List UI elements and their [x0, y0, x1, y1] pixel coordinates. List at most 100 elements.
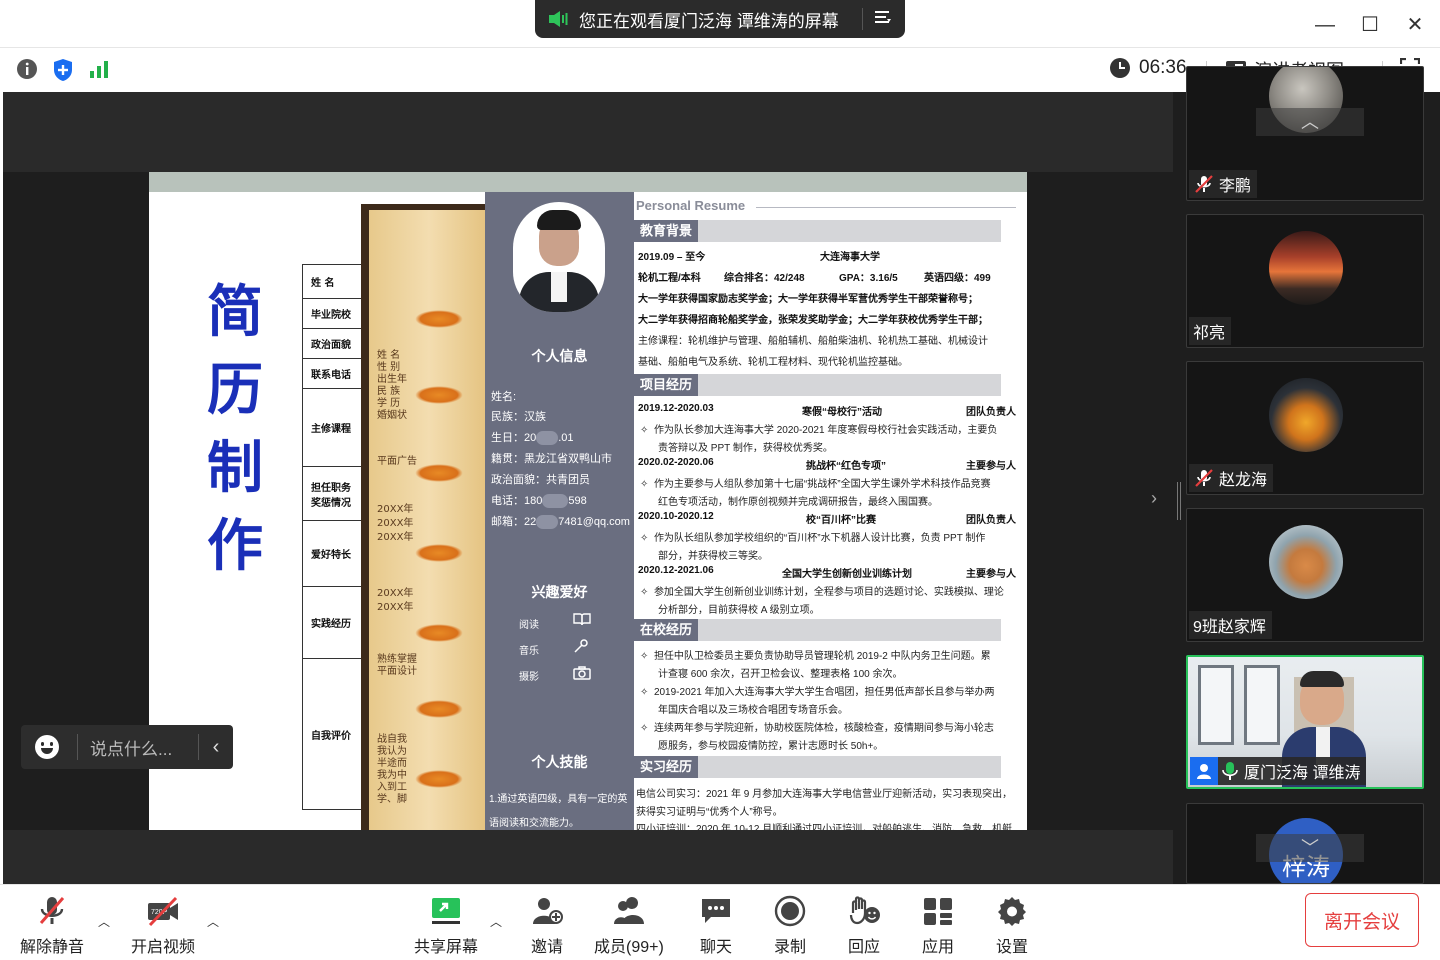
project-role: 主要参与人	[966, 569, 1016, 580]
info-icon[interactable]	[16, 58, 38, 87]
share-screen-label: 共享屏幕	[414, 939, 479, 956]
flame-ornament	[415, 770, 463, 788]
record-button[interactable]: 录制	[773, 895, 807, 957]
participant-tile[interactable]: 祁亮	[1186, 214, 1424, 348]
video-person-hair	[1300, 671, 1344, 687]
close-button[interactable]: ✕	[1402, 12, 1428, 38]
form-row: 爱好特长	[303, 520, 362, 586]
maximize-button[interactable]: ☐	[1357, 12, 1383, 38]
mic-muted-icon	[35, 895, 69, 927]
participant-tile[interactable]: 赵龙海	[1186, 361, 1424, 495]
info-political: 政治面貌：共青团员	[491, 474, 590, 486]
redaction-blur	[536, 515, 559, 530]
project-desc: 责答辩以及 PPT 制作，获得校优秀奖。	[658, 443, 833, 454]
edu-courses: 主修课程：轮机维护与管理、船舶辅机、船舶柴油机、轮机热工基础、机械设计	[638, 336, 988, 347]
mic-muted-icon	[1193, 467, 1215, 489]
project-desc: ✧ 作为队长组队参加学校组织的“百川杯”水下机器人设计比赛，负责 PPT 制作	[640, 533, 986, 544]
info-email: 邮箱：22 7481@qq.com	[491, 513, 630, 530]
screen-share-banner[interactable]: 您正在观看厦门泛海 谭维涛的屏幕	[535, 0, 905, 38]
flame-ornament	[415, 700, 463, 718]
campus-line: 愿服务，参与校园疫情防控，累计志愿时长 50h+。	[658, 741, 884, 752]
collapse-chevron-icon[interactable]: ‹	[199, 736, 233, 759]
section-header-label: 教育背景	[634, 220, 699, 242]
participant-name: 祁亮	[1193, 325, 1226, 342]
scroll-text: 20XX年	[377, 532, 414, 543]
form-row: 联系电话	[303, 358, 362, 388]
scroll-down-arrow-icon[interactable]: ﹀	[1256, 834, 1364, 862]
scroll-template-page: 姓 名 性 别 出生年 民 族 学 历 婚姻状 平面广告 20XX年 20XX年…	[369, 210, 489, 830]
hobby-item: 摄影	[519, 672, 539, 683]
edu-major: 轮机工程/本科	[638, 273, 701, 284]
chat-icon	[699, 895, 733, 927]
record-icon	[773, 895, 807, 927]
project-desc: 红色专项活动，制作原创视频并完成调研报告，最终入围国赛。	[658, 497, 938, 508]
campus-line-text: 连续两年参与学院迎新，协助校医院体检，核酸检查，疫情期间参与海小轮志	[653, 723, 994, 734]
minimize-button[interactable]: —	[1312, 12, 1338, 38]
signal-strength-icon[interactable]	[88, 58, 110, 87]
scroll-text: 平面设计	[377, 666, 417, 677]
redaction-blur	[542, 494, 569, 509]
banner-menu-icon[interactable]	[871, 9, 895, 30]
campus-line: ✧ 连续两年参与学院迎新，协助校医院体检，核酸检查，疫情期间参与海小轮志	[640, 723, 994, 734]
chat-input-bubble[interactable]: 说点什么... ‹	[21, 725, 233, 769]
unmute-button[interactable]: 解除静音	[20, 895, 84, 957]
form-row: 主修课程	[303, 388, 362, 466]
participant-tile-active-speaker[interactable]: 厦门泛海 谭维涛	[1186, 655, 1424, 789]
audio-options-chevron-icon[interactable]: ︿	[98, 913, 110, 930]
project-name: 全国大学生创新创业训练计划	[782, 569, 912, 580]
internship-line: 获得实习证明与“优秀个人”称号。	[636, 807, 783, 818]
project-desc: ✧ 作为主要参与人组队参加第十七届“挑战杯”全国大学生课外学术科技作品竞赛	[640, 479, 991, 490]
campus-line: ✧ 2019-2021 年加入大连海事大学大学生合唱团，担任男低声部长且参与举办…	[640, 687, 995, 698]
timer-text: 06:36	[1139, 57, 1187, 78]
emoji-icon[interactable]	[35, 735, 59, 759]
panel-resize-handle[interactable]	[1177, 482, 1181, 520]
edu-school: 大连海事大学	[820, 252, 880, 263]
panel-collapse-chevron-icon[interactable]: ›	[1151, 488, 1157, 509]
project-desc: ✧ 作为队长参加大连海事大学 2020-2021 年度寒假母校行社会实践活动，主…	[640, 425, 998, 436]
campus-line: 年国庆合唱以及三场校合唱团专场音乐会。	[658, 705, 848, 716]
camera-icon	[573, 666, 591, 683]
share-screen-button[interactable]: 共享屏幕	[414, 895, 478, 957]
flame-ornament	[415, 624, 463, 642]
chat-button[interactable]: 聊天	[699, 895, 733, 957]
scroll-up-arrow-icon[interactable]: ︿	[1256, 108, 1364, 136]
reaction-button[interactable]: 回应	[847, 895, 881, 957]
mic-muted-icon	[1193, 173, 1215, 195]
share-options-chevron-icon[interactable]: ︿	[490, 913, 502, 930]
project-desc-text: 作为队长组队参加学校组织的“百川杯”水下机器人设计比赛，负责 PPT 制作	[653, 533, 986, 544]
video-options-chevron-icon[interactable]: ︿	[207, 913, 219, 930]
campus-line: ✧ 担任中队卫检委员主要负责协助导员管理轮机 2019-2 中队内务卫生问题。累	[640, 651, 991, 662]
participant-name: 厦门泛海 谭维涛	[1244, 765, 1361, 782]
clock-icon	[1110, 58, 1130, 78]
edu-award: 大一学年获得国家励志奖学金；大一学年获得半军营优秀学生干部荣誉称号；	[638, 294, 978, 305]
participant-tile[interactable]: 9班赵家辉	[1186, 508, 1424, 642]
speaker-icon	[547, 9, 571, 29]
project-desc: 分析部分，目前获得校 A 级别立项。	[658, 605, 820, 616]
video-window	[1198, 665, 1234, 745]
chat-placeholder[interactable]: 说点什么...	[78, 735, 198, 760]
photo-shirt	[551, 272, 567, 302]
participant-name-tag: 赵龙海	[1189, 464, 1274, 492]
info-birth-suffix: .01	[558, 432, 574, 444]
project-role: 团队负责人	[966, 515, 1016, 526]
flame-ornament	[415, 386, 463, 404]
participant-name-tag: 祁亮	[1189, 317, 1232, 345]
project-desc: ✧ 参加全国大学生创新创业训练计划，全程参与项目的选题讨论、实践模拟、理论	[640, 587, 1004, 598]
invite-button[interactable]: 邀请	[530, 895, 564, 957]
resume-photo	[513, 202, 605, 312]
settings-button[interactable]: 设置	[995, 895, 1029, 957]
apps-grid-icon	[921, 895, 955, 927]
form-row: 姓 名	[303, 264, 362, 298]
participant-name-tag: 李鹏	[1189, 170, 1258, 198]
apps-button[interactable]: 应用	[921, 895, 955, 957]
section-header-projects: 项目经历	[634, 374, 1001, 396]
members-button[interactable]: 成员(99+)	[594, 895, 664, 957]
meeting-timer: 06:36	[1110, 57, 1187, 79]
leave-meeting-button[interactable]: 离开会议	[1305, 893, 1419, 947]
redaction-blur	[536, 431, 559, 446]
info-ethnicity: 民族：汉族	[491, 411, 546, 423]
section-header-label: 在校经历	[634, 619, 699, 641]
members-icon	[612, 895, 646, 927]
start-video-button[interactable]: 720P 开启视频	[131, 895, 195, 957]
security-shield-icon[interactable]	[52, 58, 74, 87]
